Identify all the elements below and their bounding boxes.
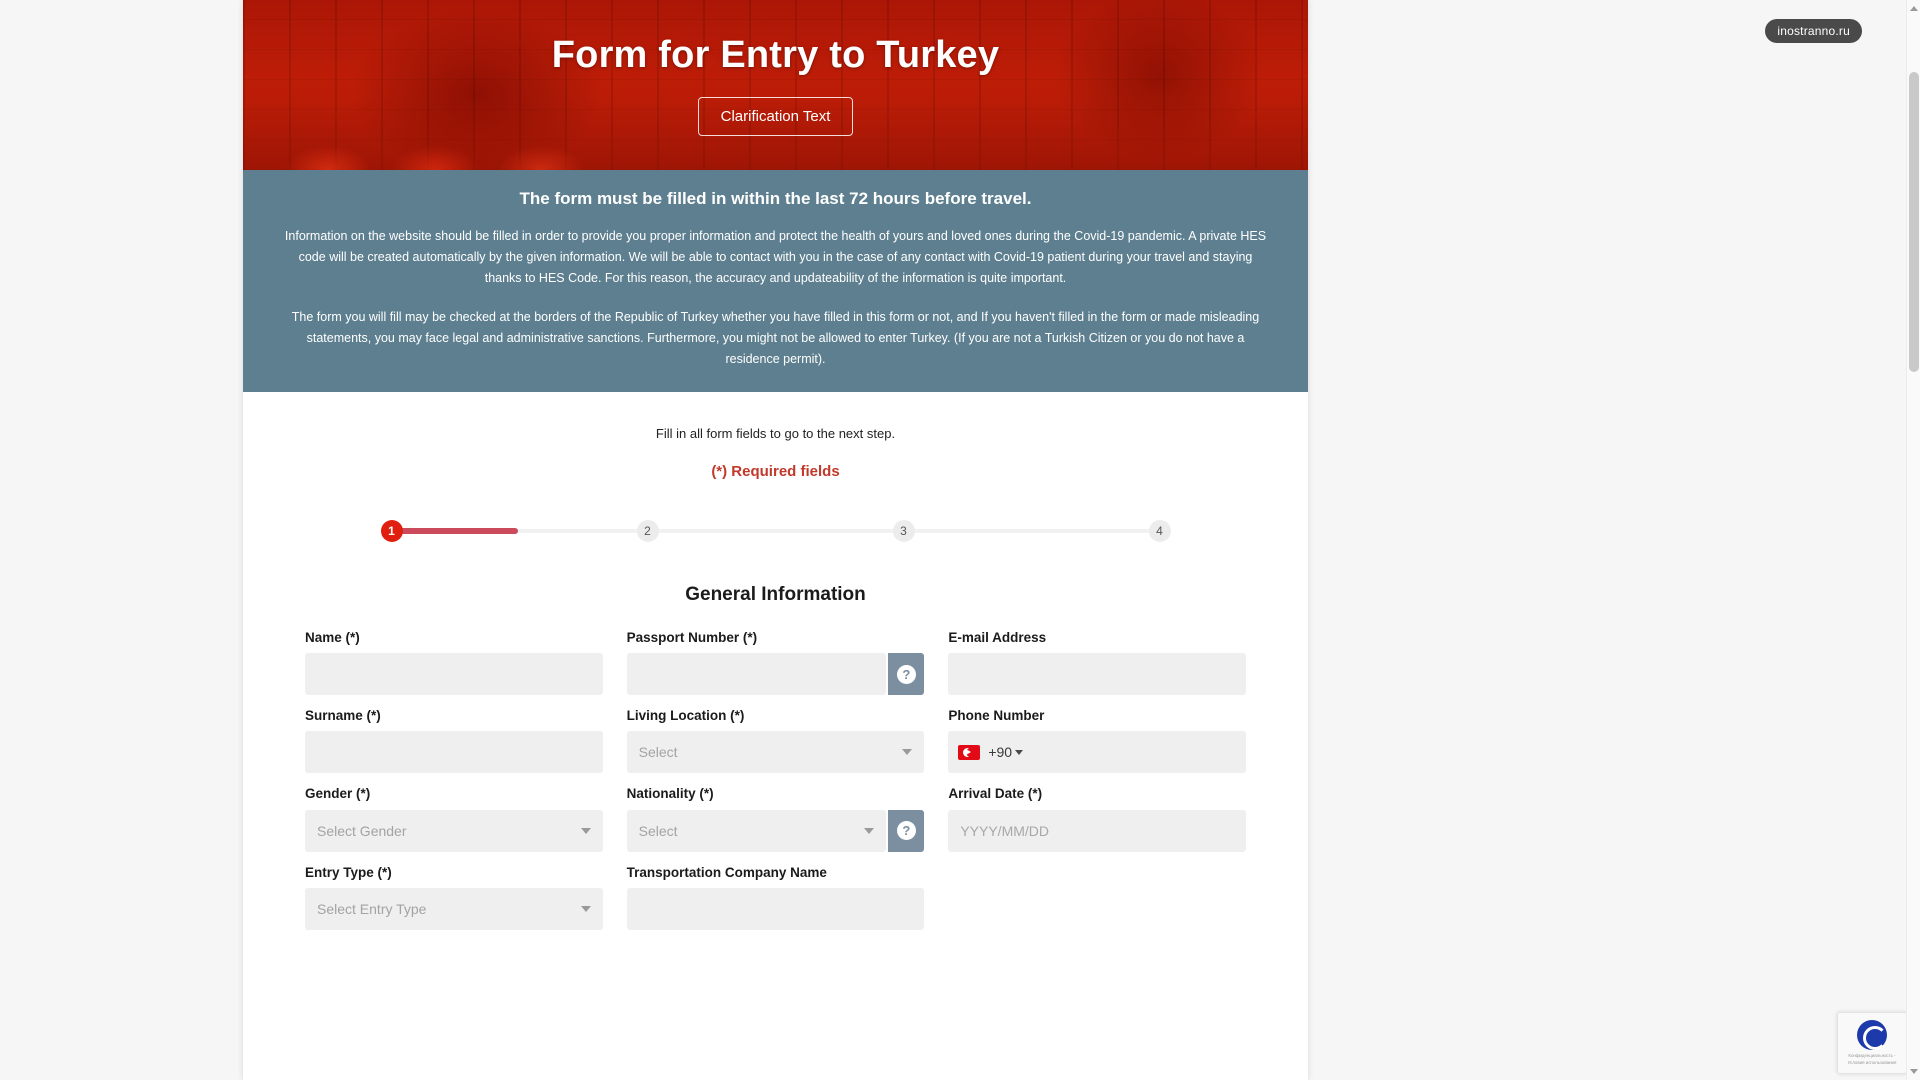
field-label-entry-type: Entry Type (*)	[305, 864, 392, 880]
info-banner: The form must be filled in within the la…	[243, 170, 1308, 393]
stepper-step-3[interactable]: 3	[892, 520, 915, 543]
entry-type-select[interactable]: Select Entry Type	[305, 887, 603, 930]
field-transportation-company: Transportation Company Name	[626, 864, 925, 930]
info-headline: The form must be filled in within the la…	[519, 189, 1032, 208]
hero-content: Form for Entry to Turkey Clarification T…	[243, 0, 1308, 136]
field-surname: Surname (*)	[305, 708, 603, 774]
nationality-value: Select	[638, 822, 678, 839]
phone-number-input[interactable]: +90	[948, 731, 1246, 774]
field-label-surname: Surname (*)	[305, 708, 381, 724]
field-name: Name (*)	[305, 630, 603, 696]
nationality-select[interactable]: Select	[626, 809, 887, 852]
field-nationality: Nationality (*) Select ?	[626, 786, 925, 852]
field-label-arrival-date: Arrival Date (*)	[948, 786, 1043, 802]
email-input[interactable]	[948, 653, 1246, 696]
passport-number-input[interactable]	[626, 653, 887, 696]
field-label-phone-number: Phone Number	[948, 708, 1045, 724]
field-label-passport-number: Passport Number (*)	[626, 630, 758, 646]
page-title: Form for Entry to Turkey	[551, 34, 1000, 76]
field-empty-slot	[948, 865, 1246, 930]
site-badge: inostranno.ru	[1765, 19, 1862, 43]
question-mark-icon: ?	[896, 821, 916, 841]
question-mark-icon: ?	[896, 664, 916, 684]
living-location-select[interactable]: Select	[626, 731, 925, 774]
stepper-step-4[interactable]: 4	[1148, 520, 1171, 543]
nationality-help-button[interactable]: ?	[888, 809, 925, 852]
chevron-down-icon	[902, 749, 913, 756]
entry-type-value: Select Entry Type	[317, 900, 427, 917]
section-title: General Information	[685, 584, 866, 606]
field-label-transportation-company: Transportation Company Name	[626, 864, 827, 880]
living-location-value: Select	[638, 744, 678, 761]
form-hint-text: Fill in all form fields to go to the nex…	[655, 426, 896, 442]
info-paragraph-1: Information on the website should be fil…	[284, 229, 1267, 286]
turkey-flag-icon	[958, 744, 981, 760]
chevron-down-icon[interactable]	[1015, 749, 1024, 755]
form-area: Fill in all form fields to go to the nex…	[243, 392, 1308, 983]
scroll-up-arrow-icon[interactable]	[1910, 6, 1918, 11]
chevron-down-icon	[864, 827, 875, 834]
phone-dial-code: +90	[988, 744, 1013, 761]
clarification-text-button[interactable]: Clarification Text	[697, 97, 854, 136]
field-label-gender: Gender (*)	[305, 786, 371, 802]
page-scrollbar[interactable]	[1906, 0, 1920, 1080]
field-arrival-date: Arrival Date (*)	[948, 786, 1246, 852]
gender-select[interactable]: Select Gender	[305, 809, 603, 852]
field-phone-number: Phone Number +90	[948, 708, 1246, 774]
field-label-email: E-mail Address	[948, 630, 1047, 646]
gender-value: Select Gender	[317, 822, 407, 839]
field-label-name: Name (*)	[305, 630, 360, 646]
arrival-date-input[interactable]	[948, 809, 1246, 852]
transportation-company-input[interactable]	[626, 887, 925, 930]
field-label-living-location: Living Location (*)	[626, 708, 745, 724]
scrollbar-thumb[interactable]	[1909, 72, 1919, 372]
field-label-nationality: Nationality (*)	[626, 786, 714, 802]
scroll-down-arrow-icon[interactable]	[1910, 1069, 1918, 1074]
field-gender: Gender (*) Select Gender	[305, 786, 603, 852]
form-stepper: 1 2 3 4	[380, 516, 1171, 546]
page-root: inostranno.ru Form for Entry to Turkey C…	[0, 0, 1920, 1080]
field-email: E-mail Address	[948, 630, 1246, 696]
required-fields-note: (*) Required fields	[711, 463, 840, 481]
field-passport-number: Passport Number (*) ?	[626, 630, 925, 696]
field-living-location: Living Location (*) Select	[626, 708, 925, 774]
surname-input[interactable]	[305, 731, 603, 774]
stepper-step-1[interactable]: 1	[380, 520, 403, 543]
info-paragraph-2: The form you will fill may be checked at…	[291, 310, 1260, 367]
stepper-step-2[interactable]: 2	[636, 520, 659, 543]
stepper-progress-fill	[392, 528, 518, 535]
recaptcha-badge[interactable]: Конфиденциальность - Условия использован…	[1837, 1012, 1907, 1074]
chevron-down-icon	[580, 905, 591, 912]
hero-banner: Form for Entry to Turkey Clarification T…	[243, 0, 1308, 170]
name-input[interactable]	[305, 653, 603, 696]
field-entry-type: Entry Type (*) Select Entry Type	[305, 865, 603, 930]
page-content: Form for Entry to Turkey Clarification T…	[243, 0, 1308, 1080]
recaptcha-logo-icon	[1857, 1019, 1887, 1050]
chevron-down-icon	[580, 827, 591, 834]
form-grid: Name (*) Passport Number (*) ? E-mail Ad…	[305, 630, 1246, 943]
passport-help-button[interactable]: ?	[888, 653, 925, 696]
recaptcha-privacy-terms[interactable]: Конфиденциальность - Условия использован…	[1838, 1053, 1906, 1066]
